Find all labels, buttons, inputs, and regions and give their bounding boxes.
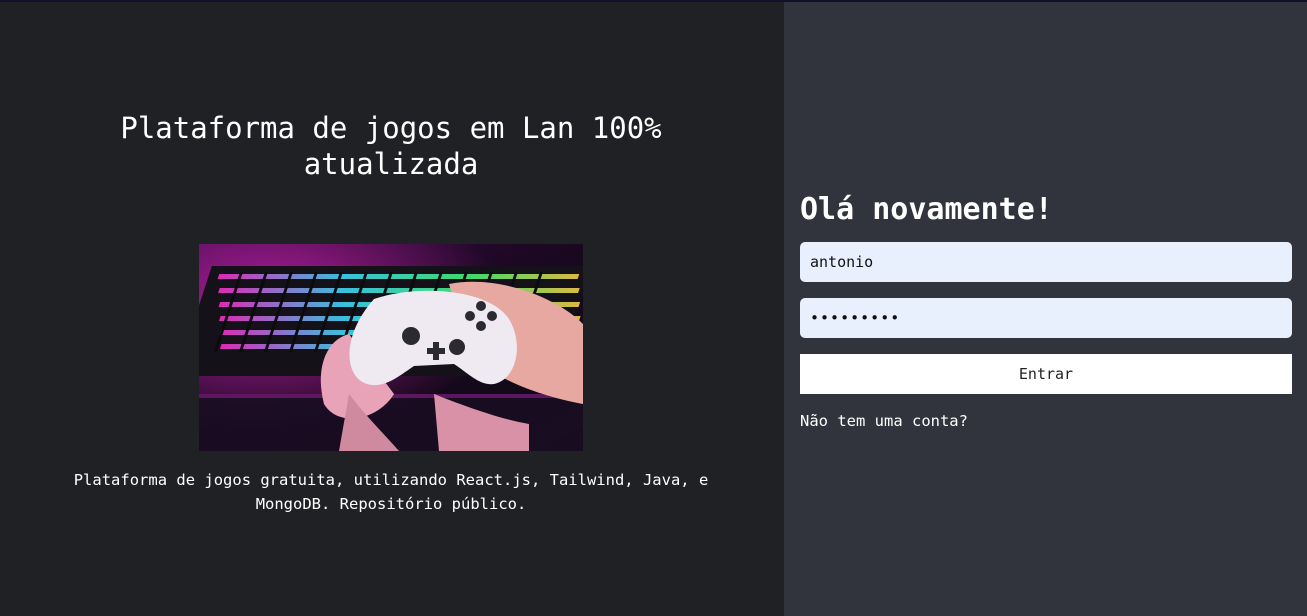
gaming-photo-illustration xyxy=(199,244,583,451)
hero-description: Plataforma de jogos gratuita, utilizando… xyxy=(73,471,709,513)
login-panel: Olá novamente! Entrar Não tem uma conta? xyxy=(784,2,1307,616)
hero-panel: Plataforma de jogos em Lan 100% atualiza… xyxy=(0,2,784,616)
login-submit-button[interactable]: Entrar xyxy=(800,354,1292,394)
username-input[interactable] xyxy=(800,242,1292,282)
hero-image xyxy=(199,244,583,451)
password-input[interactable] xyxy=(800,298,1292,338)
login-title: Olá novamente! xyxy=(800,192,1053,227)
hero-title: Plataforma de jogos em Lan 100% atualiza… xyxy=(120,111,662,181)
signup-link[interactable]: Não tem uma conta? xyxy=(800,411,968,431)
